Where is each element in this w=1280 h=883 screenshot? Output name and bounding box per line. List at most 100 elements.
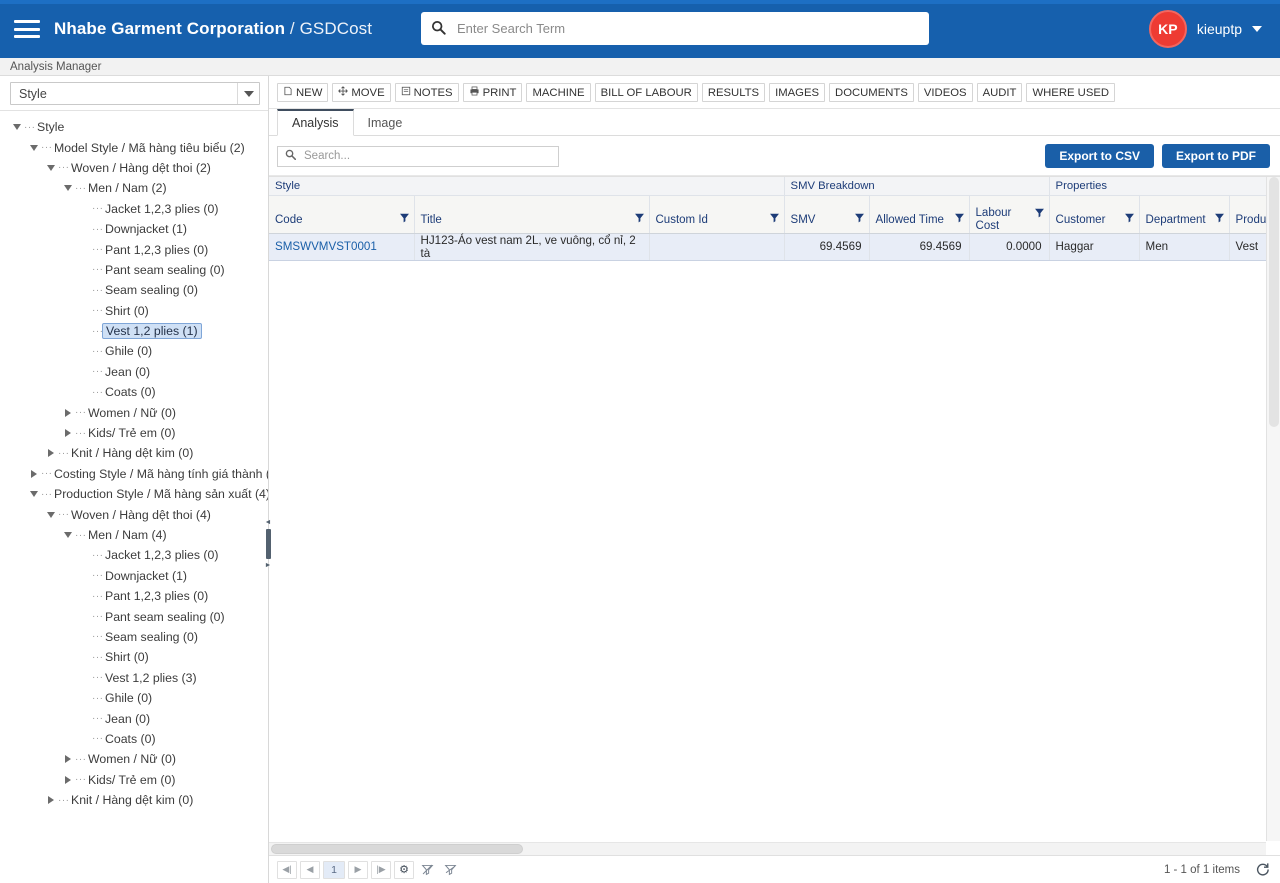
clear-sort-icon[interactable] <box>440 860 460 879</box>
toolbar-button-audit[interactable]: AUDIT <box>976 83 1023 102</box>
tree-node[interactable]: ··· Pant seam sealing (0) <box>0 260 268 280</box>
funnel-icon[interactable] <box>399 212 410 226</box>
grid-horizontal-scroll-thumb[interactable] <box>271 844 523 854</box>
toolbar-button-machine[interactable]: MACHINE <box>526 83 591 102</box>
grid-horizontal-scrollbar[interactable] <box>269 842 1266 855</box>
tree-expand-icon[interactable] <box>61 755 75 764</box>
grid-column-header-labour-cost[interactable]: Labour Cost <box>969 195 1050 234</box>
grid-column-header-department[interactable]: Department <box>1139 195 1230 234</box>
funnel-icon[interactable] <box>1214 212 1225 226</box>
tree-node[interactable]: ··· Pant 1,2,3 plies (0) <box>0 586 268 606</box>
chevron-down-icon[interactable] <box>237 83 259 104</box>
toolbar-button-where-used[interactable]: WHERE USED <box>1026 83 1116 102</box>
grid-search[interactable] <box>277 145 559 167</box>
export-to-pdf-button[interactable]: Export to PDF <box>1162 144 1270 168</box>
gear-icon[interactable]: ⚙ <box>394 860 414 879</box>
refresh-icon[interactable] <box>1252 860 1272 880</box>
global-search-input[interactable] <box>455 20 919 37</box>
grid-column-header-smv[interactable]: SMV <box>784 195 870 234</box>
tree-node[interactable]: ··· Woven / Hàng dệt thoi (2) <box>0 158 268 178</box>
hamburger-menu-icon[interactable] <box>14 18 40 40</box>
funnel-icon[interactable] <box>634 212 645 226</box>
tree-node[interactable]: ··· Women / Nữ (0) <box>0 402 268 422</box>
tree-node[interactable]: ··· Shirt (0) <box>0 301 268 321</box>
tree-node[interactable]: ··· Pant seam sealing (0) <box>0 606 268 626</box>
tree-expand-icon[interactable] <box>27 469 41 478</box>
tree-node[interactable]: ··· Women / Nữ (0) <box>0 749 268 769</box>
tree-collapse-icon[interactable] <box>61 185 75 192</box>
splitter-handle[interactable] <box>265 529 271 559</box>
funnel-icon[interactable] <box>1124 212 1135 226</box>
tree-node[interactable]: ··· Pant 1,2,3 plies (0) <box>0 239 268 259</box>
first-page-icon[interactable]: ◀| <box>277 860 297 879</box>
toolbar-button-notes[interactable]: NOTES <box>394 83 459 102</box>
pane-splitter[interactable]: ◄ ► <box>263 496 273 592</box>
tree-node[interactable]: ··· Coats (0) <box>0 729 268 749</box>
splitter-expand-right-icon[interactable]: ► <box>265 562 272 569</box>
tree-node[interactable]: ··· Style <box>0 117 268 137</box>
tree-collapse-icon[interactable] <box>44 164 58 171</box>
tree-node[interactable]: ··· Men / Nam (2) <box>0 178 268 198</box>
tree-node[interactable]: ··· Jean (0) <box>0 362 268 382</box>
funnel-icon[interactable] <box>954 212 965 226</box>
tree-node[interactable]: ··· Woven / Hàng dệt thoi (4) <box>0 504 268 524</box>
tab-analysis[interactable]: Analysis <box>277 109 354 136</box>
grid-column-header-customer[interactable]: Customer <box>1049 195 1140 234</box>
tree-node[interactable]: ··· Vest 1,2 plies (1) <box>0 321 268 341</box>
tree-expand-icon[interactable] <box>44 449 58 458</box>
tree-node[interactable]: ··· Knit / Hàng dệt kim (0) <box>0 790 268 810</box>
tree-node[interactable]: ··· Kids/ Trẻ em (0) <box>0 423 268 443</box>
tree-expand-icon[interactable] <box>61 775 75 784</box>
grid-column-header-custom-id[interactable]: Custom Id <box>649 195 785 234</box>
toolbar-button-videos[interactable]: VIDEOS <box>917 83 973 102</box>
previous-page-icon[interactable]: ◀ <box>300 860 320 879</box>
table-row[interactable]: SMSWVMVST0001 HJ123-Áo vest nam 2L, ve vu… <box>269 233 1266 261</box>
tree-collapse-icon[interactable] <box>27 491 41 498</box>
tree-collapse-icon[interactable] <box>27 144 41 151</box>
splitter-collapse-left-icon[interactable]: ◄ <box>265 519 272 526</box>
style-tree[interactable]: ··· Style ··· Model Style / Mã hàng tiêu bi… <box>0 110 268 883</box>
toolbar-button-print[interactable]: PRINT <box>462 83 523 102</box>
toolbar-button-move[interactable]: MOVE <box>332 83 391 102</box>
tree-node[interactable]: ··· Seam sealing (0) <box>0 627 268 647</box>
toolbar-button-bill-of-labour[interactable]: BILL OF LABOUR <box>594 83 698 102</box>
tree-node[interactable]: ··· Jean (0) <box>0 708 268 728</box>
grid-column-header-allowed-time[interactable]: Allowed Time <box>869 195 970 234</box>
tree-node[interactable]: ··· Shirt (0) <box>0 647 268 667</box>
grid-vertical-scroll-thumb[interactable] <box>1269 177 1279 427</box>
tree-node[interactable]: ··· Downjacket (1) <box>0 219 268 239</box>
tree-expand-icon[interactable] <box>61 408 75 417</box>
export-to-csv-button[interactable]: Export to CSV <box>1045 144 1154 168</box>
funnel-icon[interactable] <box>1034 207 1045 221</box>
last-page-icon[interactable]: |▶ <box>371 860 391 879</box>
tree-node[interactable]: ··· Men / Nam (4) <box>0 525 268 545</box>
next-page-icon[interactable]: ▶ <box>348 860 368 879</box>
tree-node[interactable]: ··· Ghile (0) <box>0 341 268 361</box>
tree-collapse-icon[interactable] <box>10 124 24 131</box>
tree-node[interactable]: ··· Model Style / Mã hàng tiêu biểu (2) <box>0 137 268 157</box>
toolbar-button-new[interactable]: NEW <box>277 83 329 102</box>
grid-column-header-title[interactable]: Title <box>414 195 650 234</box>
clear-filter-icon[interactable] <box>417 860 437 879</box>
grid-search-input[interactable] <box>302 149 551 163</box>
tree-expand-icon[interactable] <box>61 429 75 438</box>
entity-type-select[interactable]: Style <box>10 82 260 105</box>
tree-node[interactable]: ··· Costing Style / Mã hàng tính giá thàn… <box>0 464 268 484</box>
funnel-icon[interactable] <box>769 212 780 226</box>
tree-collapse-icon[interactable] <box>44 511 58 518</box>
tree-node[interactable]: ··· Seam sealing (0) <box>0 280 268 300</box>
tree-node[interactable]: ··· Jacket 1,2,3 plies (0) <box>0 199 268 219</box>
tab-image[interactable]: Image <box>354 109 417 136</box>
user-menu[interactable]: KP kieuptp <box>1148 0 1262 58</box>
tree-node[interactable]: ··· Coats (0) <box>0 382 268 402</box>
tree-node[interactable]: ··· Knit / Hàng dệt kim (0) <box>0 443 268 463</box>
toolbar-button-images[interactable]: IMAGES <box>769 83 826 102</box>
tree-expand-icon[interactable] <box>44 796 58 805</box>
funnel-icon[interactable] <box>854 212 865 226</box>
grid-vertical-scrollbar[interactable] <box>1266 177 1280 841</box>
page-number-1[interactable]: 1 <box>323 860 345 879</box>
grid-column-header-produ[interactable]: Produ <box>1229 195 1266 234</box>
chevron-down-icon[interactable] <box>1252 26 1262 32</box>
tree-node[interactable]: ··· Jacket 1,2,3 plies (0) <box>0 545 268 565</box>
tree-collapse-icon[interactable] <box>61 532 75 538</box>
